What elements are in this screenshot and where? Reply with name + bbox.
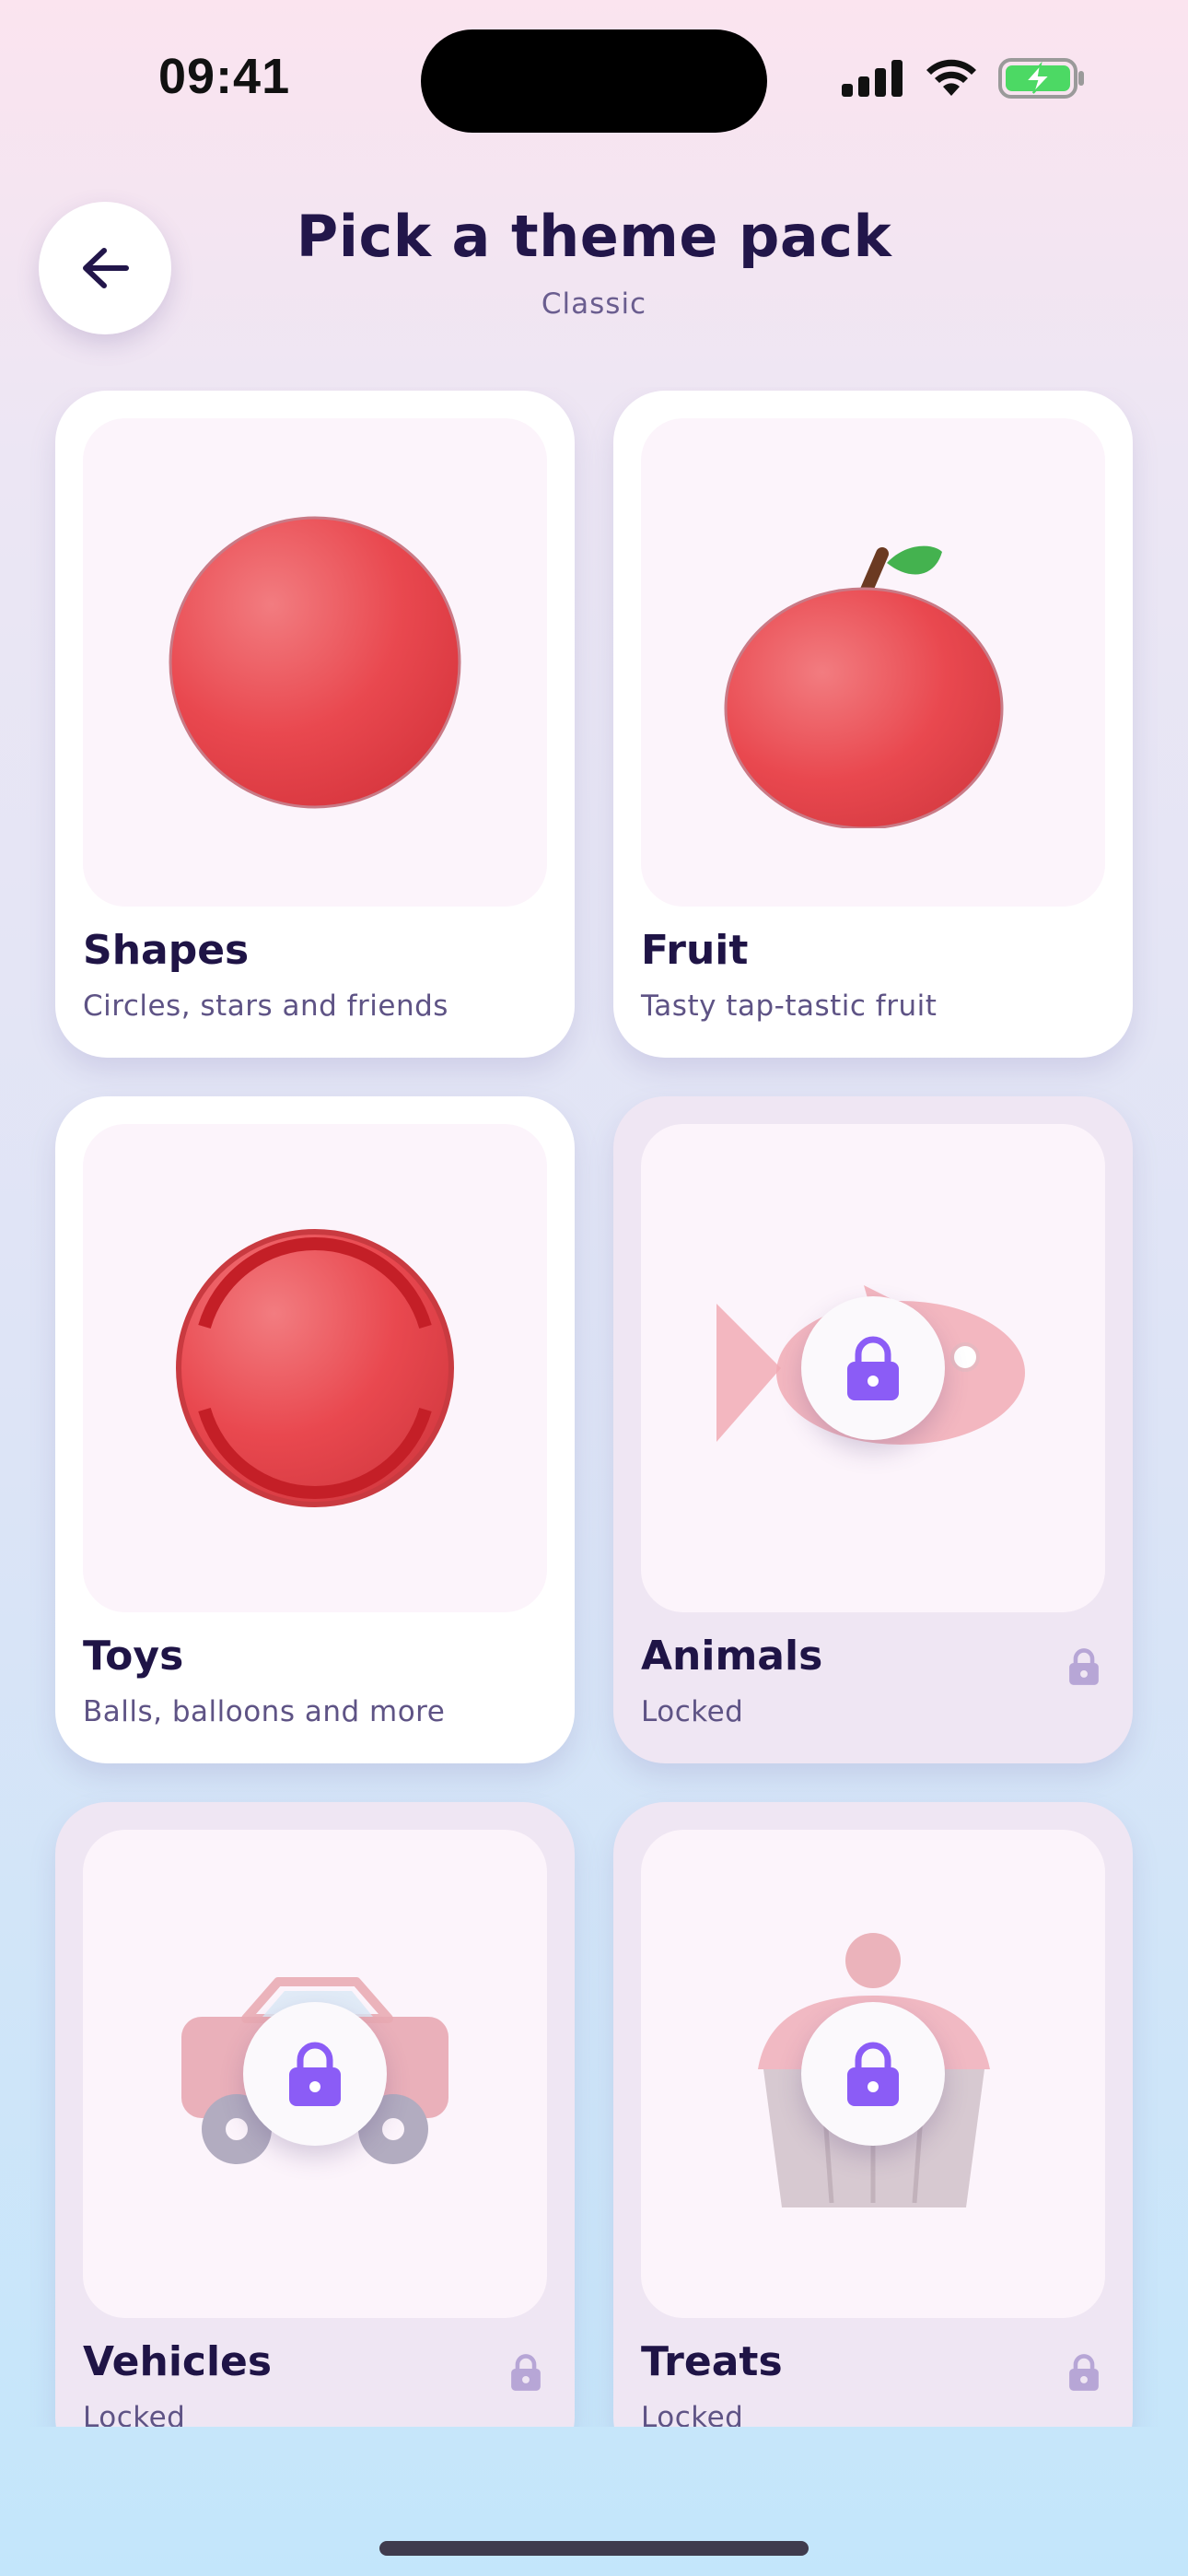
pack-title: Animals — [641, 1633, 823, 1680]
pack-description: Locked — [641, 1695, 744, 1728]
lock-badge — [801, 2002, 945, 2146]
pack-artwork — [641, 418, 1105, 907]
pack-title: Treats — [641, 2338, 783, 2385]
locked-indicator-icon — [511, 2354, 541, 2391]
pack-title: Fruit — [641, 927, 749, 974]
locked-indicator-icon — [1069, 2354, 1099, 2391]
pack-card-shapes[interactable]: Shapes Circles, stars and friends — [55, 391, 575, 1058]
pack-title: Vehicles — [83, 2338, 273, 2385]
wifi-icon — [926, 59, 976, 96]
home-indicator[interactable] — [379, 2541, 809, 2556]
pack-description: Locked — [83, 2401, 186, 2427]
locked-indicator-icon — [1069, 1648, 1099, 1685]
pack-artwork — [83, 1124, 547, 1612]
pack-title: Shapes — [83, 927, 250, 974]
lock-icon — [847, 1336, 899, 1400]
cellular-signal-icon — [842, 60, 903, 97]
red-circle-icon — [169, 516, 461, 809]
lock-badge — [243, 2002, 387, 2146]
pack-card-fruit[interactable]: Fruit Tasty tap-tastic fruit — [613, 391, 1133, 1058]
pack-card-animals[interactable]: Animals Locked — [613, 1096, 1133, 1763]
status-icons — [840, 55, 1087, 101]
pack-description: Tasty tap-tastic fruit — [641, 989, 938, 1023]
status-time: 09:41 — [158, 49, 291, 104]
pack-description: Balls, balloons and more — [83, 1695, 446, 1728]
pack-artwork — [83, 418, 547, 907]
pack-artwork — [641, 1124, 1105, 1612]
pack-title: Toys — [83, 1633, 184, 1680]
battery-charging-icon — [998, 58, 1084, 99]
pack-artwork — [641, 1830, 1105, 2318]
pack-card-toys[interactable]: Toys Balls, balloons and more — [55, 1096, 575, 1763]
pack-artwork — [83, 1830, 547, 2318]
lock-badge — [801, 1296, 945, 1440]
pack-description: Locked — [641, 2401, 744, 2427]
pack-description: Circles, stars and friends — [83, 989, 448, 1023]
page-subtitle: Classic — [541, 287, 647, 321]
pack-card-vehicles[interactable]: Vehicles Locked — [55, 1802, 575, 2427]
lock-icon — [847, 2042, 899, 2106]
ball-icon — [176, 1229, 454, 1507]
lock-icon — [289, 2042, 341, 2106]
theme-pack-grid: Shapes Circles, stars and friends Fruit … — [0, 387, 1188, 2427]
pack-card-treats[interactable]: Treats Locked — [613, 1802, 1133, 2427]
page-title: Pick a theme pack — [296, 203, 892, 270]
dynamic-island — [421, 29, 767, 133]
apple-icon — [724, 545, 1004, 828]
